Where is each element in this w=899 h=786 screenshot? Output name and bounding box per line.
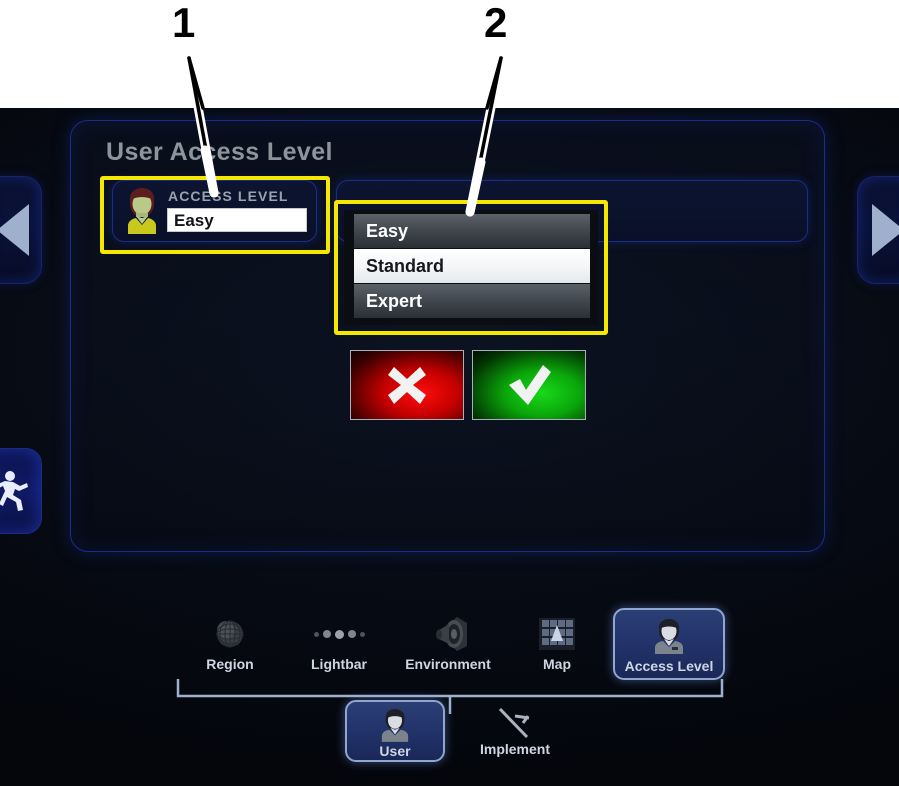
nav-label-map: Map	[543, 656, 571, 672]
triangle-left-icon	[0, 204, 29, 256]
nav-next-button[interactable]	[857, 176, 899, 284]
nav-label-lightbar: Lightbar	[311, 656, 367, 672]
annotation-white-band	[0, 0, 899, 108]
implement-icon	[495, 705, 535, 741]
device-screen: User Access Level ACCESS LEVEL Easy Easy…	[0, 108, 899, 786]
cancel-button[interactable]	[350, 350, 464, 420]
confirm-button[interactable]	[472, 350, 586, 420]
tab-label-implement: Implement	[479, 741, 550, 757]
status-indicator-button[interactable]	[0, 448, 42, 534]
globe-icon	[212, 614, 248, 654]
page-title: User Access Level	[106, 138, 333, 166]
tab-implement[interactable]: Implement	[455, 700, 575, 762]
callout-number-2: 2	[484, 0, 508, 46]
nav-item-access-level[interactable]: Access Level	[613, 608, 725, 680]
person-icon	[653, 616, 685, 656]
nav-item-region[interactable]: Region	[178, 608, 282, 680]
grid-map-icon	[538, 614, 576, 654]
nav-item-map[interactable]: Map	[505, 608, 609, 680]
check-icon	[509, 365, 551, 405]
dropdown-option-standard[interactable]: Standard	[354, 249, 590, 284]
dialog-button-row	[350, 350, 586, 420]
callout-number-1: 1	[172, 0, 196, 46]
access-level-field[interactable]: ACCESS LEVEL Easy	[112, 180, 317, 242]
tab-user[interactable]: User	[345, 700, 445, 762]
access-level-dropdown-list[interactable]: Easy Standard Expert	[344, 210, 598, 325]
tab-label-user: User	[379, 743, 411, 759]
dots-icon	[313, 614, 365, 654]
nav-label-environment: Environment	[405, 656, 491, 672]
speaker-icon	[427, 614, 469, 654]
person-icon	[380, 707, 410, 743]
nav-label-access-level: Access Level	[624, 658, 714, 674]
dropdown-option-easy[interactable]: Easy	[354, 214, 590, 249]
user-avatar-icon	[128, 188, 156, 234]
screenshot-root: User Access Level ACCESS LEVEL Easy Easy…	[0, 0, 899, 786]
nav-item-lightbar[interactable]: Lightbar	[287, 608, 391, 680]
bottom-tabs: User Implement	[345, 700, 575, 766]
cross-icon	[388, 367, 426, 404]
access-level-value[interactable]: Easy	[167, 208, 307, 232]
nav-previous-button[interactable]	[0, 176, 42, 284]
access-level-label: ACCESS LEVEL	[168, 188, 289, 204]
dropdown-option-expert[interactable]: Expert	[354, 284, 590, 319]
nav-label-region: Region	[206, 656, 254, 672]
nav-item-environment[interactable]: Environment	[396, 608, 500, 680]
bottom-nav: Region Lightbar Environment Map Access L…	[175, 608, 725, 680]
running-person-icon	[0, 471, 28, 511]
triangle-right-icon	[872, 204, 899, 256]
